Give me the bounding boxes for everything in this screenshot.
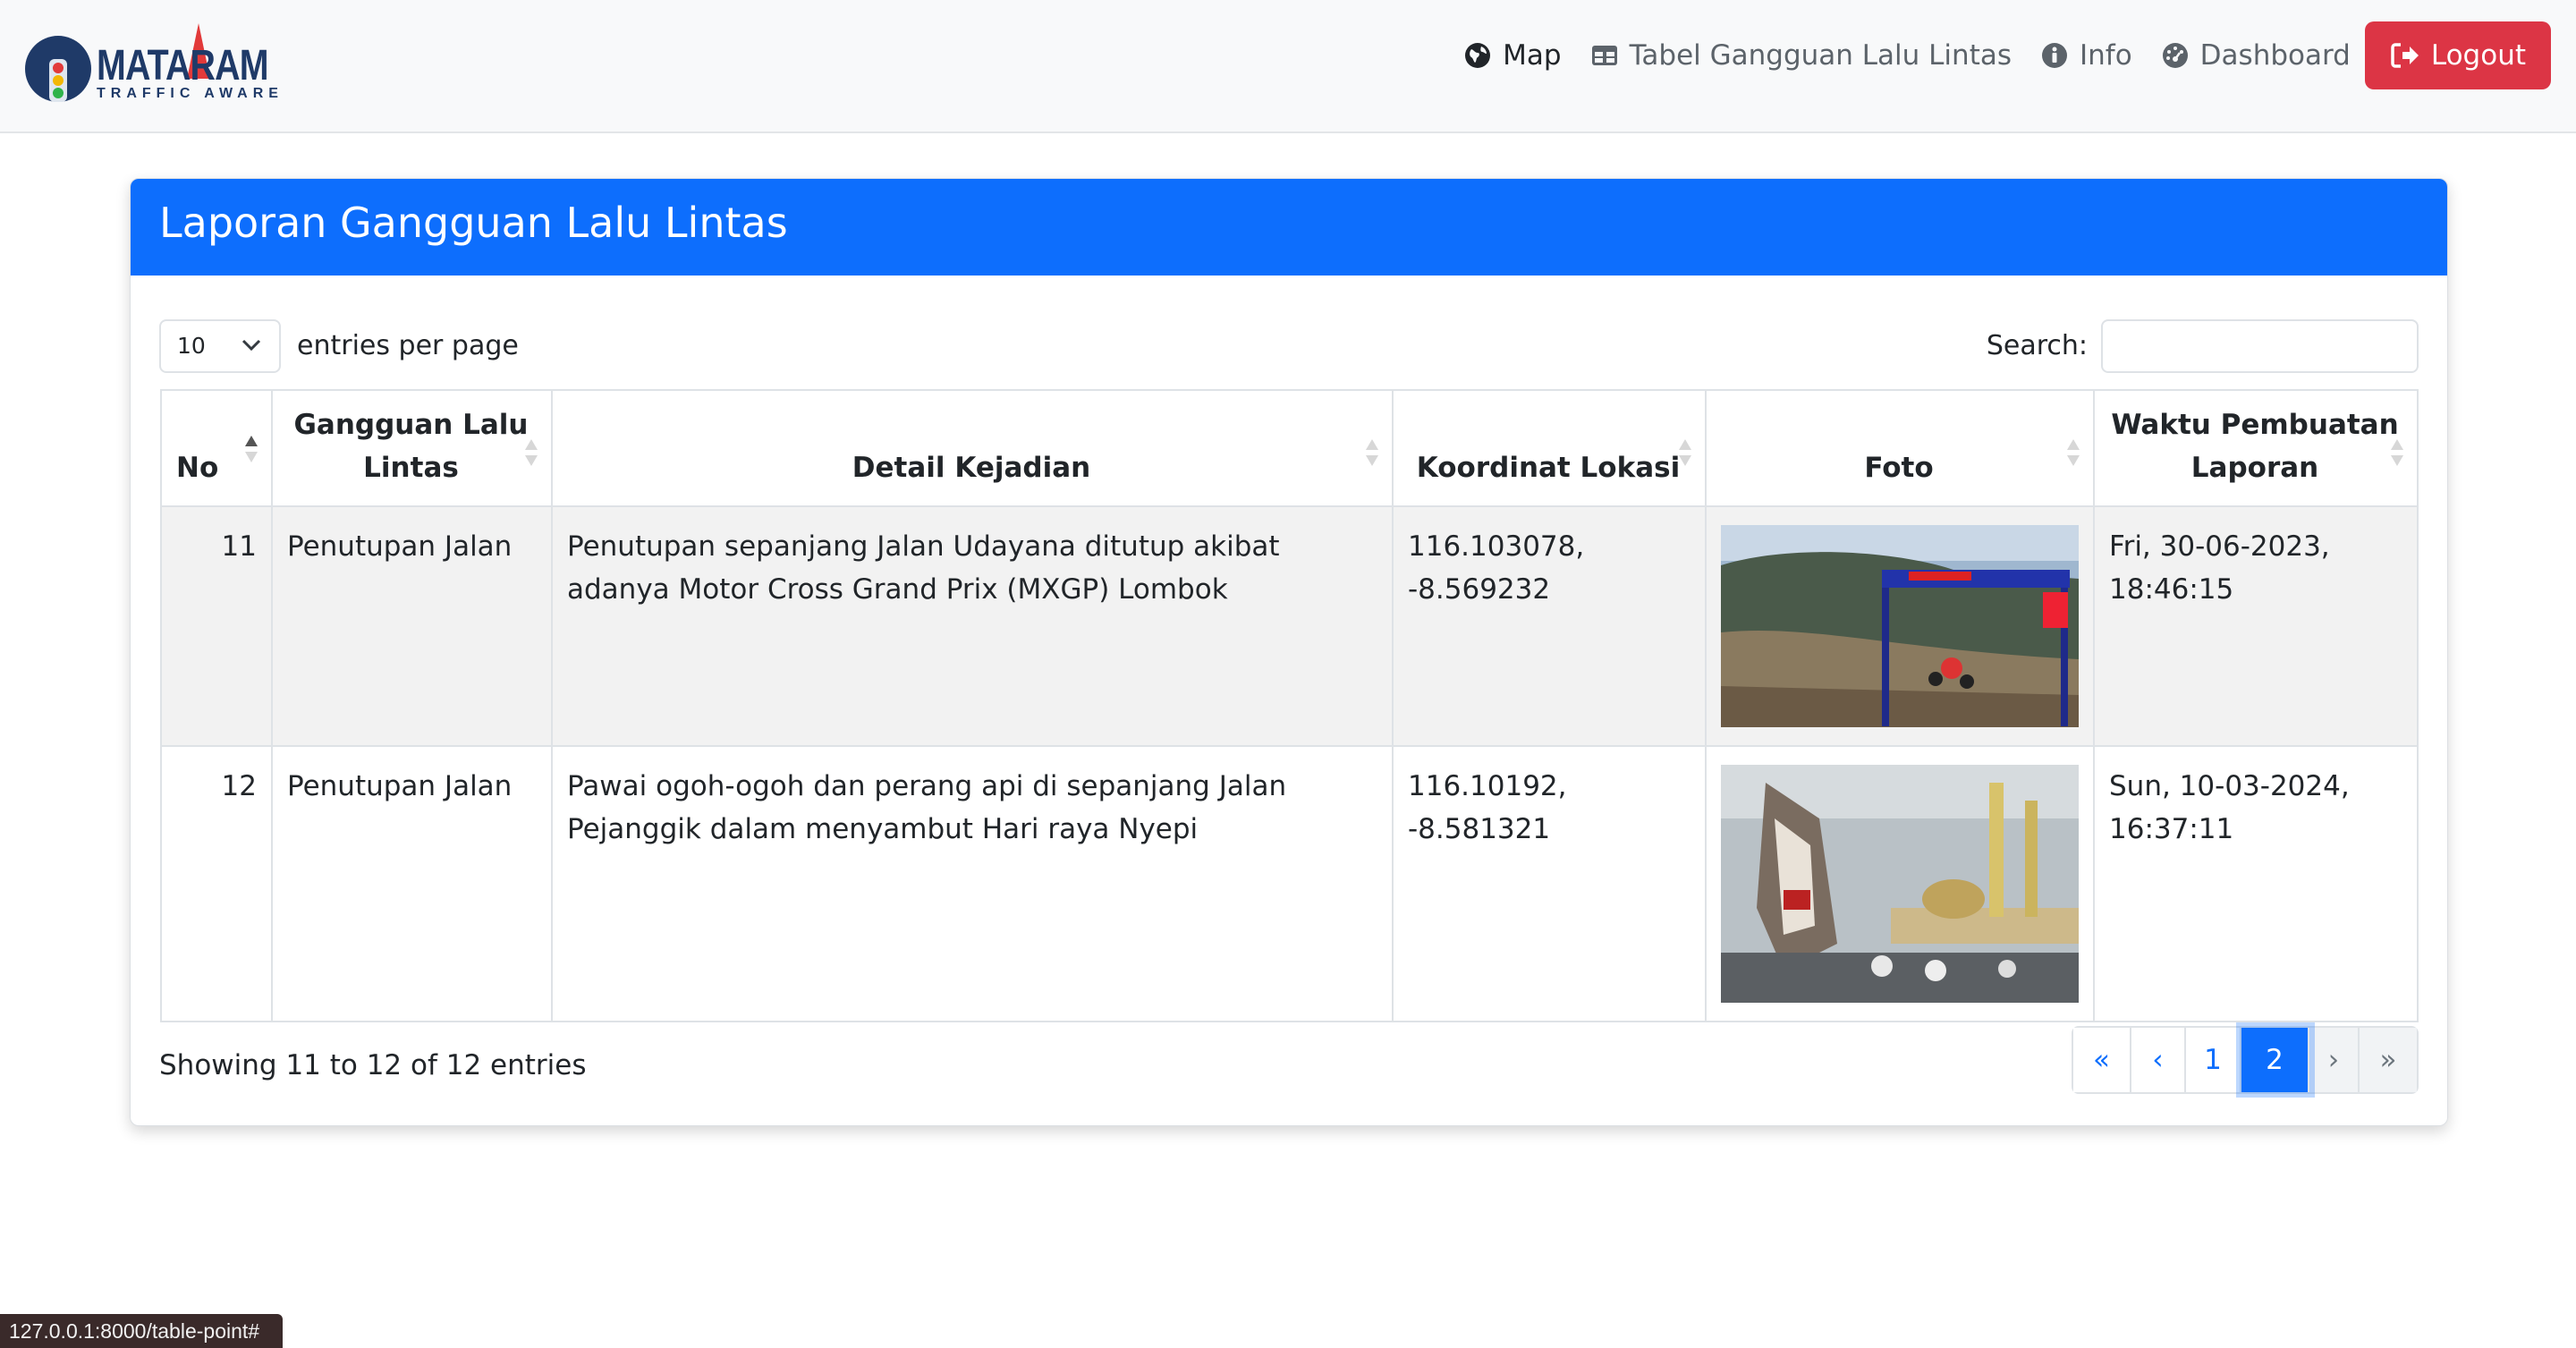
logo-text: MATARAM [97,42,269,89]
page-next-button[interactable]: › [2309,1028,2360,1092]
card-header: Laporan Gangguan Lalu Lintas [131,179,2447,276]
table-row: 11 Penutupan Jalan Penutupan sepanjang J… [160,505,2419,747]
cell-gangguan: Penutupan Jalan [271,505,553,747]
col-gangguan-label: Gangguan Lalu Lintas [293,409,529,484]
page-first-button[interactable]: « [2073,1028,2131,1092]
report-table: No Gangguan Lalu Lintas Detail Kejadian [160,389,2419,1022]
cell-no: 11 [160,505,273,747]
nav-menu: Map Tabel Gangguan Lalu Lintas Info Dash… [1449,21,2551,89]
sort-icon [1366,439,1378,466]
traffic-light-icon [25,36,91,102]
page-2-button[interactable]: 2 [2241,1028,2309,1092]
nav-dashboard-label: Dashboard [2199,39,2351,72]
col-koordinat-header[interactable]: Koordinat Lokasi [1392,389,1707,507]
report-photo-motocross[interactable] [1721,525,2079,727]
navbar: MATARAM TRAFFIC AWARE Map Tabel Gangguan… [0,0,2576,133]
cell-detail: Pawai ogoh-ogoh dan perang api di sepanj… [551,745,1394,1022]
col-waktu-label: Waktu Pembuatan Laporan [2111,409,2399,484]
report-photo-ogoh-ogoh[interactable] [1721,765,2079,1003]
page-1-button[interactable]: 1 [2186,1028,2241,1092]
col-foto-header[interactable]: Foto [1705,389,2095,507]
nav-map[interactable]: Map [1449,39,1575,72]
sort-icon [2067,439,2080,466]
pagination: « ‹ 1 2 › » [2072,1026,2419,1094]
table-header-row: No Gangguan Lalu Lintas Detail Kejadian [160,389,2419,507]
table-row: 12 Penutupan Jalan Pawai ogoh-ogoh dan p… [160,745,2419,1022]
logo-subtext: TRAFFIC AWARE [97,86,284,101]
col-gangguan-header[interactable]: Gangguan Lalu Lintas [271,389,553,507]
entries-per-page-label: entries per page [297,330,519,361]
col-detail-header[interactable]: Detail Kejadian [551,389,1394,507]
sort-icon [525,439,538,466]
col-waktu-header[interactable]: Waktu Pembuatan Laporan [2093,389,2419,507]
search-input[interactable] [2101,319,2419,373]
page-prev-button[interactable]: ‹ [2131,1028,2186,1092]
logout-label: Logout [2430,39,2526,72]
logout-button[interactable]: Logout [2364,21,2551,89]
page-last-button[interactable]: » [2360,1028,2417,1092]
chevron-down-icon [242,339,261,352]
globe-icon [1465,43,1491,68]
sort-icon [2391,439,2403,466]
cell-gangguan: Penutupan Jalan [271,745,553,1022]
nav-table[interactable]: Tabel Gangguan Lalu Lintas [1576,39,2026,72]
cell-foto [1705,745,2095,1022]
col-detail-label: Detail Kejadian [852,452,1091,484]
col-no-label: No [176,452,219,484]
nav-info-label: Info [2080,39,2132,72]
nav-info[interactable]: Info [2026,39,2147,72]
nav-map-label: Map [1503,39,1562,72]
app-logo[interactable]: MATARAM TRAFFIC AWARE [25,23,293,109]
cell-koordinat: 116.10192, -8.581321 [1392,745,1707,1022]
sign-out-icon [2391,43,2419,68]
cell-waktu: Sun, 10-03-2024, 16:37:11 [2093,745,2419,1022]
info-circle-icon [2042,43,2067,68]
cell-foto [1705,505,2095,747]
nav-table-label: Tabel Gangguan Lalu Lintas [1629,39,2012,72]
cell-no: 12 [160,745,273,1022]
dashboard-gauge-icon [2162,43,2188,68]
col-foto-label: Foto [1864,452,1934,484]
entries-per-page-value: 10 [177,333,206,359]
sort-icon [1679,439,1691,466]
search-label: Search: [1986,330,2088,361]
browser-status-url: 127.0.0.1:8000/table-point# [0,1314,283,1348]
cell-waktu: Fri, 30-06-2023, 18:46:15 [2093,505,2419,747]
cell-detail: Penutupan sepanjang Jalan Udayana ditutu… [551,505,1394,747]
cell-koordinat: 116.103078, -8.569232 [1392,505,1707,747]
entries-per-page-select[interactable]: 10 [159,319,281,373]
nav-dashboard[interactable]: Dashboard [2147,39,2365,72]
card-title: Laporan Gangguan Lalu Lintas [159,199,788,247]
col-no-header[interactable]: No [160,389,273,507]
table-icon [1591,46,1617,65]
report-card: Laporan Gangguan Lalu Lintas 10 entries … [130,178,2448,1126]
col-koordinat-label: Koordinat Lokasi [1416,452,1681,484]
table-controls: 10 entries per page Search: [159,319,2419,373]
table-info: Showing 11 to 12 of 12 entries [159,1049,587,1081]
sort-asc-icon [245,436,258,462]
